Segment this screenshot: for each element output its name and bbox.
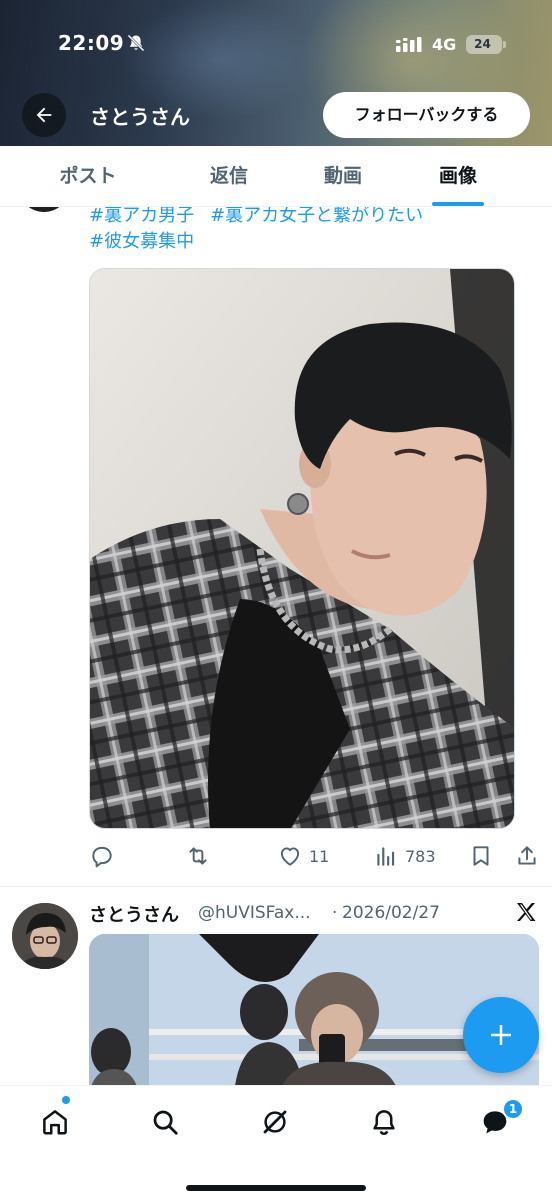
avatar[interactable] [12, 903, 78, 969]
notifications-icon [373, 1110, 395, 1135]
network-type: 4G [432, 35, 457, 54]
selfie-image [90, 269, 514, 828]
share-icon [518, 846, 536, 865]
bookmark-button[interactable] [468, 842, 494, 870]
arrow-left-icon [36, 107, 52, 123]
views-icon [377, 847, 395, 866]
tab-videos[interactable]: 動画 [297, 146, 389, 206]
views-button[interactable]: 783 [373, 842, 436, 870]
signal-icon [396, 37, 422, 52]
tab-videos-label: 動画 [323, 165, 362, 187]
battery-icon: 24 [466, 35, 506, 54]
like-button[interactable]: 11 [277, 842, 329, 870]
active-tab-indicator [432, 202, 484, 206]
author-name[interactable]: さとうさん [89, 901, 179, 927]
search-icon [153, 1110, 178, 1135]
meta-separator: · [332, 903, 338, 923]
battery-level: 24 [474, 37, 491, 51]
post-hashtags: #裏アカ男子 #裏アカ女子と繋がりたい #彼女募集中 [89, 203, 529, 255]
hashtag-link[interactable]: #彼女募集中 [89, 229, 194, 255]
home-unread-dot [62, 1096, 70, 1104]
header-display-name: さとうさん [90, 105, 190, 129]
reply-icon [92, 846, 112, 868]
tab-posts[interactable]: ポスト [42, 146, 134, 206]
status-time: 22:09 [58, 31, 125, 55]
tab-media-label: 画像 [438, 165, 477, 187]
bottom-navigation: 1 [0, 1085, 552, 1200]
repost-button[interactable] [185, 842, 211, 870]
x-logo-icon [517, 903, 536, 921]
home-indicator [186, 1185, 366, 1191]
post-separator [0, 886, 552, 887]
view-count: 783 [405, 846, 436, 866]
back-button[interactable] [22, 93, 66, 137]
tab-posts-label: ポスト [59, 165, 117, 187]
nav-grok[interactable] [255, 1102, 295, 1142]
grok-icon [263, 1110, 287, 1134]
post-date[interactable]: 2026/02/27 [342, 903, 440, 923]
avatar-image [12, 903, 78, 969]
nav-home[interactable] [35, 1102, 75, 1142]
bookmark-icon [473, 846, 489, 866]
messages-badge: 1 [502, 1098, 524, 1120]
plus-icon [491, 1025, 511, 1045]
home-icon [43, 1110, 67, 1135]
share-button[interactable] [514, 842, 540, 870]
compose-button[interactable] [463, 997, 539, 1073]
nav-search[interactable] [145, 1102, 185, 1142]
heart-icon [280, 847, 300, 866]
tab-replies-label: 返信 [209, 165, 248, 187]
post-actions: 11 783 [89, 842, 541, 870]
bell-off-icon [127, 34, 145, 52]
tab-media[interactable]: 画像 [412, 146, 504, 206]
profile-header: 22:09 4G 24 さとうさん フォローバックする [0, 0, 552, 146]
profile-tabs: ポスト 返信 動画 画像 [0, 146, 552, 207]
author-handle[interactable]: @hUVISFax... [198, 903, 311, 923]
reply-button[interactable] [89, 842, 115, 870]
post-photo[interactable] [89, 268, 515, 829]
follow-back-button[interactable]: フォローバックする [323, 92, 530, 138]
tab-replies[interactable]: 返信 [183, 146, 275, 206]
like-count: 11 [309, 846, 330, 866]
repost-icon [189, 847, 207, 865]
nav-notifications[interactable] [364, 1102, 404, 1142]
